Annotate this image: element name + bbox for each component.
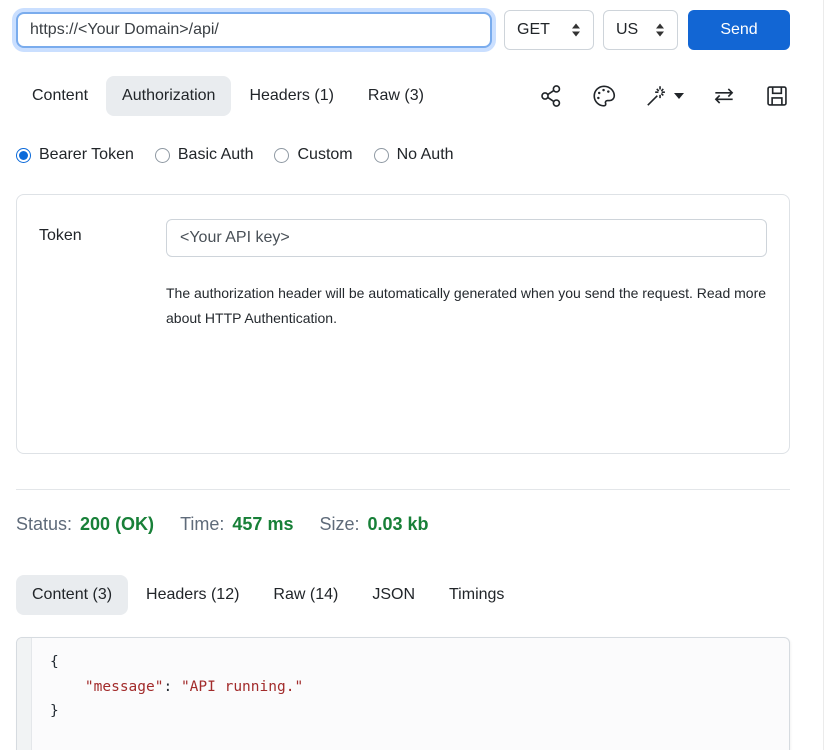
json-key: "message" bbox=[85, 679, 164, 695]
token-panel: Token The authorization header will be a… bbox=[16, 194, 790, 454]
radio-icon bbox=[155, 148, 170, 163]
size-pair: Size: 0.03 kb bbox=[319, 514, 428, 535]
tab-content[interactable]: Content bbox=[16, 76, 104, 116]
tab-raw[interactable]: Raw (3) bbox=[352, 76, 440, 116]
token-input[interactable] bbox=[166, 219, 767, 257]
section-divider bbox=[16, 489, 790, 490]
size-value: 0.03 kb bbox=[368, 514, 429, 535]
request-toolbar bbox=[538, 83, 790, 109]
json-value: "API running." bbox=[181, 679, 303, 695]
magic-wand-dropdown-icon[interactable] bbox=[644, 83, 684, 109]
tab-headers[interactable]: Headers (1) bbox=[233, 76, 349, 116]
response-tabs: Content (3) Headers (12) Raw (14) JSON T… bbox=[16, 575, 790, 615]
radio-label: Custom bbox=[297, 146, 352, 164]
tab-authorization[interactable]: Authorization bbox=[106, 76, 231, 116]
request-tabs: Content Authorization Headers (1) Raw (3… bbox=[16, 76, 790, 116]
palette-icon[interactable] bbox=[591, 83, 617, 109]
radio-bearer-token[interactable]: Bearer Token bbox=[16, 146, 134, 164]
size-label: Size: bbox=[319, 514, 359, 535]
status-value: 200 (OK) bbox=[80, 514, 154, 535]
radio-icon bbox=[374, 148, 389, 163]
time-pair: Time: 457 ms bbox=[180, 514, 293, 535]
code-line: "message": "API running." bbox=[50, 675, 303, 700]
code-line: } bbox=[50, 699, 303, 724]
response-tab-headers[interactable]: Headers (12) bbox=[130, 575, 255, 615]
radio-icon bbox=[16, 148, 31, 163]
updown-arrow-icon bbox=[571, 23, 581, 37]
method-select-value: GET bbox=[517, 21, 550, 39]
swap-arrows-icon[interactable] bbox=[711, 83, 737, 109]
radio-label: Bearer Token bbox=[39, 146, 134, 164]
response-tab-timings[interactable]: Timings bbox=[433, 575, 520, 615]
response-status-row: Status: 200 (OK) Time: 457 ms Size: 0.03… bbox=[16, 514, 790, 535]
radio-basic-auth[interactable]: Basic Auth bbox=[155, 146, 254, 164]
method-select[interactable]: GET bbox=[504, 10, 594, 50]
url-input[interactable] bbox=[16, 12, 492, 48]
radio-label: Basic Auth bbox=[178, 146, 254, 164]
status-pair: Status: 200 (OK) bbox=[16, 514, 154, 535]
token-help-text: The authorization header will be automat… bbox=[166, 281, 767, 331]
updown-arrow-icon bbox=[655, 23, 665, 37]
response-tab-content[interactable]: Content (3) bbox=[16, 575, 128, 615]
dropdown-caret-icon bbox=[674, 93, 684, 99]
status-label: Status: bbox=[16, 514, 72, 535]
share-icon[interactable] bbox=[538, 83, 564, 109]
auth-type-options: Bearer Token Basic Auth Custom No Auth bbox=[16, 146, 790, 164]
response-json-code: { "message": "API running." } bbox=[32, 638, 321, 750]
time-value: 457 ms bbox=[232, 514, 293, 535]
json-separator: : bbox=[163, 679, 180, 695]
time-label: Time: bbox=[180, 514, 224, 535]
code-line: { bbox=[50, 650, 303, 675]
save-icon[interactable] bbox=[764, 83, 790, 109]
region-select-value: US bbox=[616, 21, 638, 39]
token-panel-body: The authorization header will be automat… bbox=[166, 219, 767, 331]
send-button[interactable]: Send bbox=[688, 10, 790, 50]
radio-icon bbox=[274, 148, 289, 163]
radio-no-auth[interactable]: No Auth bbox=[374, 146, 454, 164]
response-tab-json[interactable]: JSON bbox=[356, 575, 431, 615]
radio-custom[interactable]: Custom bbox=[274, 146, 352, 164]
response-tab-raw[interactable]: Raw (14) bbox=[257, 575, 354, 615]
token-label: Token bbox=[39, 219, 166, 245]
response-body-viewer[interactable]: { "message": "API running." } bbox=[16, 637, 790, 750]
request-bar: GET US Send bbox=[16, 10, 790, 50]
api-client-page: GET US Send Content Authorization Header… bbox=[0, 10, 837, 750]
radio-label: No Auth bbox=[397, 146, 454, 164]
code-gutter bbox=[17, 638, 32, 750]
region-select[interactable]: US bbox=[603, 10, 678, 50]
